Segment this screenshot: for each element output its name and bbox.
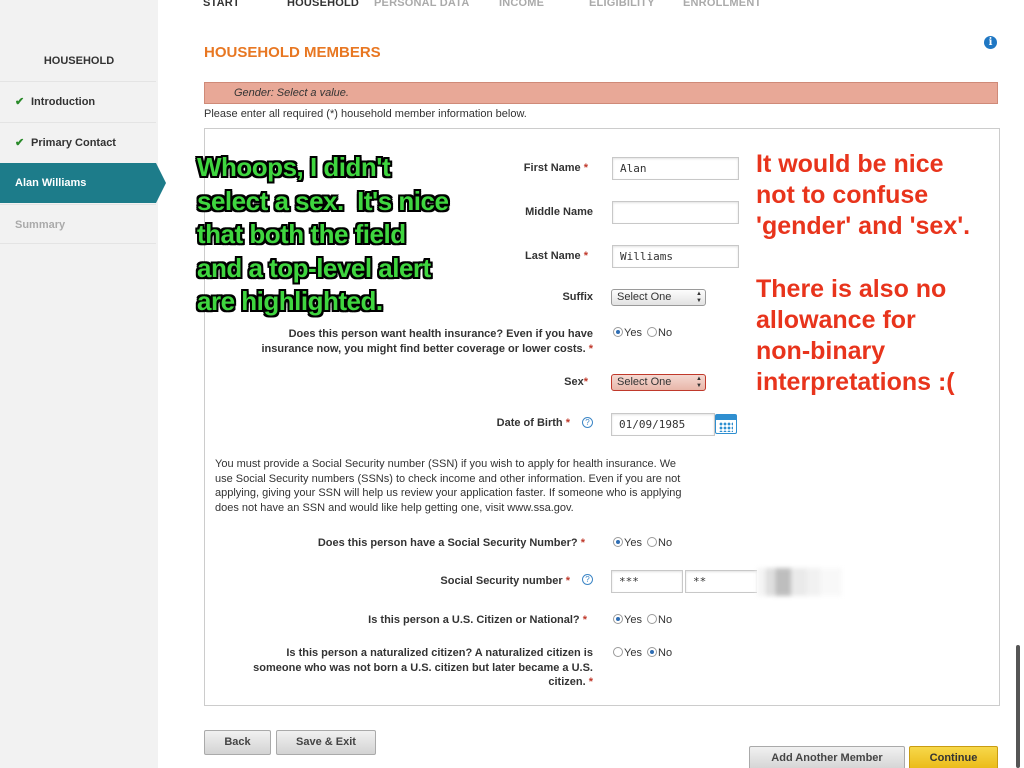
error-alert: Gender: Select a value.	[204, 82, 998, 104]
step-income: INCOME	[499, 0, 545, 9]
save-exit-button[interactable]: Save & Exit	[276, 730, 376, 755]
sex-label: Sex*	[564, 376, 588, 388]
middle-name-label: Middle Name	[525, 206, 593, 218]
health-insurance-yes-radio[interactable]	[613, 327, 623, 337]
health-insurance-radios: Yes No	[613, 327, 674, 339]
select-arrows-icon: ▲ ▼	[696, 376, 702, 389]
ssn-label: Social Security number *	[440, 575, 570, 587]
ssn-part2-input[interactable]: **	[685, 570, 757, 593]
select-arrows-icon: ▲ ▼	[696, 291, 702, 304]
sidebar-item-primary-contact[interactable]: ✔ Primary Contact	[0, 122, 156, 162]
citizen-yes-radio[interactable]	[613, 614, 623, 624]
sidebar-item-summary: Summary	[0, 204, 156, 244]
annotation-green: Whoops, I didn't select a sex. It's nice…	[197, 152, 449, 316]
annotation-red-2: There is also no allowance for non-binar…	[756, 275, 955, 396]
dob-input[interactable]: 01/09/1985	[611, 413, 715, 436]
first-name-input[interactable]: Alan	[612, 157, 739, 180]
sex-select[interactable]: Select One ▲ ▼	[611, 374, 706, 391]
citizen-radios: Yes No	[613, 614, 674, 626]
health-insurance-label: Does this person want health insurance? …	[261, 328, 594, 355]
has-ssn-no-radio[interactable]	[647, 537, 658, 547]
calendar-icon[interactable]	[715, 414, 737, 434]
last-name-input[interactable]: Williams	[612, 245, 739, 268]
sidebar-item-label: Summary	[15, 219, 66, 231]
step-eligibility: ELIGIBILITY	[589, 0, 655, 9]
naturalized-no-radio[interactable]	[647, 647, 658, 657]
naturalized-radios: Yes No	[613, 647, 674, 659]
step-personal-data: PERSONAL DATA	[374, 0, 470, 9]
naturalized-label: Is this person a naturalized citizen? A …	[253, 647, 593, 688]
sidebar-item-introduction[interactable]: ✔ Introduction	[0, 81, 156, 121]
continue-button[interactable]: Continue	[909, 746, 998, 768]
back-button[interactable]: Back	[204, 730, 271, 755]
check-icon: ✔	[15, 137, 25, 149]
dob-help-icon[interactable]: ?	[582, 417, 593, 428]
sidebar-item-label: Primary Contact	[31, 137, 116, 149]
ssn-help-icon[interactable]: ?	[582, 574, 593, 585]
health-insurance-no-radio[interactable]	[647, 327, 658, 337]
check-icon: ✔	[15, 96, 25, 108]
middle-name-input[interactable]	[612, 201, 739, 224]
suffix-select[interactable]: Select One ▲ ▼	[611, 289, 706, 306]
sidebar-title: HOUSEHOLD	[43, 55, 115, 67]
sidebar-item-label: Alan Williams	[15, 177, 87, 189]
step-start[interactable]: START	[203, 0, 240, 9]
page-title: HOUSEHOLD MEMBERS	[204, 44, 381, 61]
annotation-red-1: It would be nice not to confuse 'gender'…	[756, 150, 971, 240]
step-household[interactable]: HOUSEHOLD	[287, 0, 359, 9]
step-enrollment: ENROLLMENT	[683, 0, 762, 9]
naturalized-yes-radio[interactable]	[613, 647, 623, 657]
scrollbar-thumb[interactable]	[1016, 645, 1020, 768]
intro-text: Please enter all required (*) household …	[204, 108, 527, 120]
redacted-ssn-part3	[757, 568, 842, 596]
has-ssn-yes-radio[interactable]	[613, 537, 623, 547]
suffix-label: Suffix	[562, 291, 593, 303]
ssn-part1-input[interactable]: ***	[611, 570, 683, 593]
first-name-label: First Name *	[523, 162, 588, 174]
citizen-no-radio[interactable]	[647, 614, 658, 624]
sidebar-item-label: Introduction	[31, 96, 96, 108]
active-indicator	[156, 163, 166, 203]
has-ssn-label: Does this person have a Social Security …	[317, 537, 585, 549]
citizen-label: Is this person a U.S. Citizen or Nationa…	[368, 614, 587, 626]
dob-label: Date of Birth *	[496, 417, 570, 429]
sidebar: HOUSEHOLD ✔ Introduction ✔ Primary Contact…	[0, 0, 166, 768]
sidebar-item-alan-williams[interactable]: Alan Williams	[0, 163, 166, 203]
info-icon[interactable]: i	[984, 36, 997, 49]
last-name-label: Last Name *	[525, 250, 588, 262]
has-ssn-radios: Yes No	[613, 537, 674, 549]
add-another-member-button[interactable]: Add Another Member	[749, 746, 905, 768]
ssn-note: You must provide a Social Security numbe…	[215, 458, 682, 514]
